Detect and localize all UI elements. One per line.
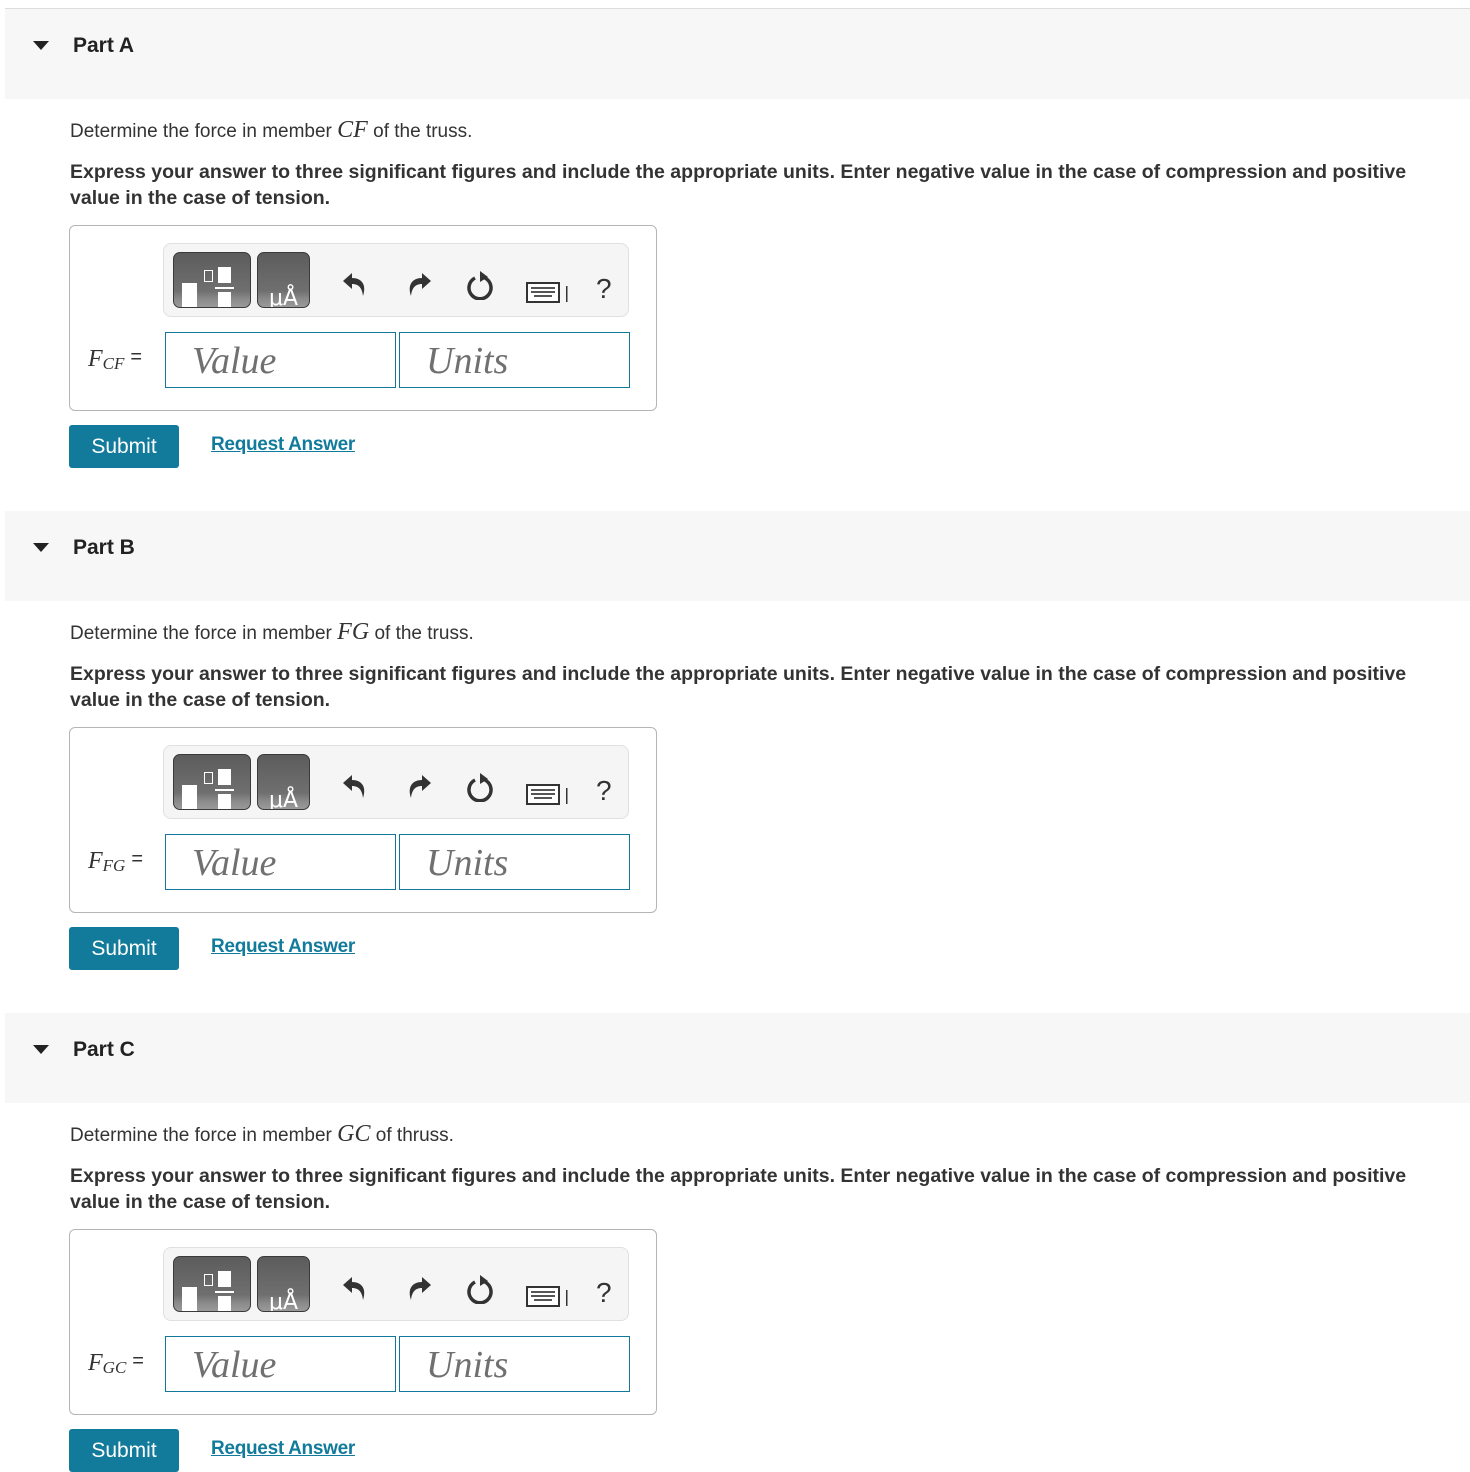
undo-icon[interactable] xyxy=(342,270,368,298)
prompt-text: Determine the force in member xyxy=(70,623,338,644)
answer-box: μÅ ? FFG = Value Units xyxy=(69,727,657,913)
help-button[interactable]: ? xyxy=(596,274,612,304)
redo-icon[interactable] xyxy=(406,1274,432,1302)
request-answer-link[interactable]: Request Answer xyxy=(211,434,355,456)
caret-down-icon[interactable] xyxy=(33,1045,49,1054)
variable-symbol: F xyxy=(88,346,103,372)
part-title: Part C xyxy=(73,1038,135,1061)
units-button[interactable]: μÅ xyxy=(257,252,310,308)
answer-box: μÅ ? FCF = Value Units xyxy=(69,225,657,411)
undo-icon[interactable] xyxy=(342,772,368,800)
value-input[interactable]: Value xyxy=(165,834,396,890)
redo-icon[interactable] xyxy=(406,772,432,800)
answer-variable-label: FFG = xyxy=(88,848,143,876)
variable-subscript: CF xyxy=(102,354,125,373)
keyboard-icon[interactable] xyxy=(526,1286,570,1308)
units-input[interactable]: Units xyxy=(399,332,630,388)
math-toolbar: μÅ ? xyxy=(163,1247,629,1321)
member-name: CF xyxy=(337,117,368,143)
variable-subscript: FG xyxy=(102,856,126,875)
value-input[interactable]: Value xyxy=(165,332,396,388)
help-button[interactable]: ? xyxy=(596,1278,612,1308)
question-prompt: Determine the force in member GC of thru… xyxy=(70,1121,454,1148)
part-title: Part A xyxy=(73,34,135,57)
undo-icon[interactable] xyxy=(342,1274,368,1302)
submit-button[interactable]: Submit xyxy=(69,1429,179,1472)
prompt-text-end: of thruss. xyxy=(370,1125,454,1146)
answer-variable-label: FGC = xyxy=(88,1350,144,1378)
prompt-text: Determine the force in member xyxy=(70,1125,338,1146)
equals-sign: = xyxy=(131,848,144,870)
keyboard-icon[interactable] xyxy=(526,282,570,304)
question-prompt: Determine the force in member CF of the … xyxy=(70,117,472,144)
templates-button[interactable] xyxy=(173,1256,251,1312)
templates-button[interactable] xyxy=(173,754,251,810)
value-input[interactable]: Value xyxy=(165,1336,396,1392)
part-header[interactable]: Part B xyxy=(5,511,1470,601)
variable-symbol: F xyxy=(88,1350,103,1376)
prompt-text: Determine the force in member xyxy=(70,121,338,142)
request-answer-link[interactable]: Request Answer xyxy=(211,936,355,958)
prompt-text-end: of the truss. xyxy=(369,623,474,644)
submit-button[interactable]: Submit xyxy=(69,927,179,970)
answer-variable-label: FCF = xyxy=(88,346,142,374)
units-input[interactable]: Units xyxy=(399,1336,630,1392)
answer-box: μÅ ? FGC = Value Units xyxy=(69,1229,657,1415)
math-toolbar: μÅ ? xyxy=(163,243,629,317)
equals-sign: = xyxy=(132,1350,144,1372)
templates-button[interactable] xyxy=(173,252,251,308)
part-title: Part B xyxy=(73,536,135,559)
math-toolbar: μÅ ? xyxy=(163,745,629,819)
keyboard-icon[interactable] xyxy=(526,784,570,806)
units-button[interactable]: μÅ xyxy=(257,754,310,810)
units-icon: μÅ xyxy=(269,1290,299,1312)
reset-icon[interactable] xyxy=(466,270,494,300)
member-name: GC xyxy=(337,1121,371,1147)
units-input[interactable]: Units xyxy=(399,834,630,890)
submit-button[interactable]: Submit xyxy=(69,425,179,468)
question-prompt: Determine the force in member FG of the … xyxy=(70,619,474,646)
answer-instructions: Express your answer to three significant… xyxy=(70,1165,1407,1213)
member-name: FG xyxy=(337,619,370,645)
caret-down-icon[interactable] xyxy=(33,543,49,552)
variable-subscript: GC xyxy=(102,1358,127,1377)
prompt-text-end: of the truss. xyxy=(367,121,473,142)
answer-instructions: Express your answer to three significant… xyxy=(70,663,1407,711)
part-header[interactable]: Part C xyxy=(5,1013,1470,1103)
reset-icon[interactable] xyxy=(466,772,494,802)
equals-sign: = xyxy=(130,346,143,368)
redo-icon[interactable] xyxy=(406,270,432,298)
units-button[interactable]: μÅ xyxy=(257,1256,310,1312)
units-icon: μÅ xyxy=(269,788,299,810)
units-icon: μÅ xyxy=(269,286,299,308)
caret-down-icon[interactable] xyxy=(33,41,49,50)
reset-icon[interactable] xyxy=(466,1274,494,1304)
part-header[interactable]: Part A xyxy=(5,9,1470,99)
variable-symbol: F xyxy=(88,848,103,874)
request-answer-link[interactable]: Request Answer xyxy=(211,1438,355,1460)
help-button[interactable]: ? xyxy=(596,776,612,806)
answer-instructions: Express your answer to three significant… xyxy=(70,161,1407,209)
